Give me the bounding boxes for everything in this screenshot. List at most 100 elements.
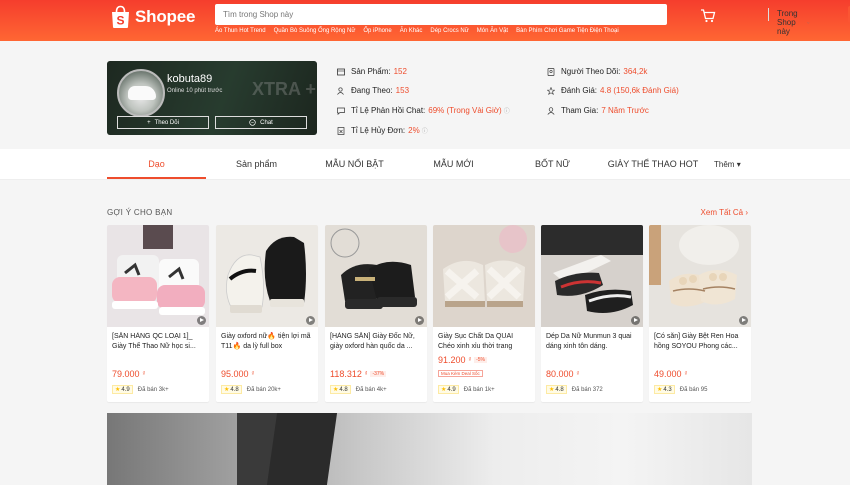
stat-followers: Người Theo Dõi: 364,2k xyxy=(547,67,647,76)
sold-count: Đã bán 372 xyxy=(571,386,603,393)
info-icon[interactable]: ⓘ xyxy=(422,126,428,135)
rating-value: 4.8 xyxy=(230,386,239,393)
play-video-icon xyxy=(306,316,315,325)
product-meta: ★ 4.8 Đã bán 4k+ xyxy=(330,385,387,394)
caret-down-icon: ▾ xyxy=(736,160,741,169)
tab-boots[interactable]: BỐT NỮ xyxy=(503,159,602,169)
play-video-icon xyxy=(197,316,206,325)
stat-label: Đang Theo: xyxy=(351,86,393,95)
product-card[interactable]: Dép Da Nữ Munmun 3 quai dáng xinh tôn dá… xyxy=(541,225,643,402)
product-card[interactable]: [SẴN HÀNG QC LOẠI 1]_ Giày Thể Thao Nữ h… xyxy=(107,225,209,402)
stat-value: 364,2k xyxy=(623,67,648,76)
tab-dao[interactable]: Dạo xyxy=(107,159,206,169)
currency-symbol: ₫ xyxy=(684,371,688,377)
hot-keyword[interactable]: Món Ăn Vặt xyxy=(477,28,508,34)
sold-count: Đã bán 1k+ xyxy=(463,386,495,393)
tab-new[interactable]: MẪU MỚI xyxy=(404,159,503,169)
sold-count: Đã bán 20k+ xyxy=(246,386,281,393)
product-card[interactable]: [HÀNG SẴN] Giày Đốc Nữ, giày oxford hàn … xyxy=(325,225,427,402)
product-price: 95.000 ₫ xyxy=(221,369,254,379)
chat-bubble-icon xyxy=(337,107,345,115)
play-video-icon xyxy=(739,316,748,325)
product-card[interactable]: Giày Sục Chất Da QUAI Chéo xinh xỉu thời… xyxy=(433,225,535,402)
star-icon: ★ xyxy=(333,387,339,393)
stat-label: Tham Gia: xyxy=(561,106,599,115)
shop-banner-image[interactable] xyxy=(107,413,752,485)
logo-text: Shopee xyxy=(135,7,196,26)
avatar[interactable] xyxy=(117,69,165,117)
shop-profile-card: XTRA + kobuta89 Online 10 phút trước + T… xyxy=(107,61,317,135)
search-divider xyxy=(768,8,769,21)
hot-keyword[interactable]: Dép Crocs Nữ xyxy=(430,28,468,34)
hot-keyword[interactable]: Ăn Khác xyxy=(400,28,423,34)
product-meta: ★ 4.8 Đã bán 372 xyxy=(546,385,603,394)
stat-value: 2% xyxy=(408,126,420,135)
stat-value: 153 xyxy=(395,86,410,95)
online-status: Online 10 phút trước xyxy=(167,88,223,94)
product-price: 80.000 ₫ xyxy=(546,369,579,379)
product-card[interactable]: Giày oxford nữ🔥 tiện lợi mã T11🔥 da lỳ f… xyxy=(216,225,318,402)
star-icon: ★ xyxy=(115,387,121,393)
hot-keyword[interactable]: Bàn Phím Chơi Game Tiện Điện Thoại xyxy=(516,28,619,34)
shop-nav-tabs: Dạo Sản phẩm MẪU NỔI BẬT MẪU MỚI BỐT NỮ … xyxy=(0,149,850,180)
search-scope-select[interactable]: Trong Shop này xyxy=(777,9,810,36)
product-name: [Có sẵn] Giày Bệt Ren Hoa hồng SOYOU Pho… xyxy=(654,333,739,350)
price-value: 80.000 xyxy=(546,369,574,379)
more-tabs-button[interactable]: Thêm ▾ xyxy=(714,160,741,169)
discount-badge: -37% xyxy=(370,371,387,377)
stat-chat-rate: Tỉ Lệ Phản Hồi Chat: 69% (Trong Vài Giờ)… xyxy=(337,106,510,115)
product-meta: ★ 4.9 Đã bán 1k+ xyxy=(438,385,495,394)
product-image xyxy=(107,225,209,327)
product-meta: ★ 4.9 Đã bán 3k+ xyxy=(112,385,169,394)
currency-symbol: ₫ xyxy=(576,371,580,377)
svg-text:S: S xyxy=(116,14,124,28)
product-image xyxy=(216,225,318,327)
stat-value: 7 Năm Trước xyxy=(601,106,649,115)
follow-button[interactable]: + Theo Dõi xyxy=(117,116,209,129)
info-icon[interactable]: ⓘ xyxy=(504,106,510,115)
stat-label: Tỉ Lệ Hủy Đơn: xyxy=(351,126,406,135)
rating-badge: ★ 4.8 xyxy=(330,385,351,394)
see-all-link[interactable]: Xem Tất Cả › xyxy=(701,208,748,217)
avatar-shoe-image xyxy=(128,86,156,100)
product-price: 49.000 ₫ xyxy=(654,369,687,379)
stat-label: Tỉ Lệ Phản Hồi Chat: xyxy=(351,106,426,115)
stat-label: Đánh Giá: xyxy=(561,86,598,95)
store-icon xyxy=(337,68,345,76)
sold-count: Đã bán 3k+ xyxy=(137,386,169,393)
product-image xyxy=(433,225,535,327)
rating-badge: ★ 4.9 xyxy=(438,385,459,394)
rating-value: 4.8 xyxy=(555,386,564,393)
rating-value: 4.3 xyxy=(663,386,672,393)
product-card[interactable]: [Có sẵn] Giày Bệt Ren Hoa hồng SOYOU Pho… xyxy=(649,225,751,402)
search-input[interactable]: Tìm trong Shop này xyxy=(223,10,293,19)
hot-keyword[interactable]: Áo Thun Hot Trend xyxy=(215,28,266,34)
price-value: 118.312 xyxy=(330,369,362,379)
price-value: 95.000 xyxy=(221,369,249,379)
product-name: [HÀNG SẴN] Giày Đốc Nữ, giày oxford hàn … xyxy=(330,333,415,350)
product-name: Giày oxford nữ🔥 tiện lợi mã T11🔥 da lỳ f… xyxy=(221,333,311,350)
product-price: 79.000 ₫ xyxy=(112,369,145,379)
chat-button[interactable]: Chat xyxy=(215,116,307,129)
tab-sneakers[interactable]: GIÀY THỂ THAO HOT xyxy=(598,159,708,169)
tab-featured[interactable]: MẪU NỔI BẬT xyxy=(305,159,404,169)
tab-products[interactable]: Sản phẩm xyxy=(207,159,306,169)
order-cancel-icon xyxy=(337,126,345,135)
play-video-icon xyxy=(415,316,424,325)
sold-count: Đã bán 95 xyxy=(679,386,708,393)
shopee-logo[interactable]: S Shopee xyxy=(110,4,195,30)
product-name: Giày Sục Chất Da QUAI Chéo xinh xỉu thời… xyxy=(438,333,514,350)
price-value: 91.200 xyxy=(438,355,466,365)
follow-label: Theo Dõi xyxy=(154,119,179,126)
star-icon: ★ xyxy=(549,387,555,393)
cart-icon[interactable] xyxy=(700,9,716,23)
hot-keywords: Áo Thun Hot Trend Quần Bò Suông Ống Rộng… xyxy=(215,28,619,34)
sold-count: Đã bán 4k+ xyxy=(355,386,387,393)
play-video-icon xyxy=(631,316,640,325)
star-icon: ★ xyxy=(657,387,663,393)
stat-value: 152 xyxy=(393,67,407,76)
user-icon xyxy=(547,106,555,115)
product-price: 118.312 ₫ -37% xyxy=(330,369,387,379)
hot-keyword[interactable]: Quần Bò Suông Ống Rộng Nữ xyxy=(274,28,356,34)
hot-keyword[interactable]: Ốp iPhone xyxy=(363,28,391,34)
